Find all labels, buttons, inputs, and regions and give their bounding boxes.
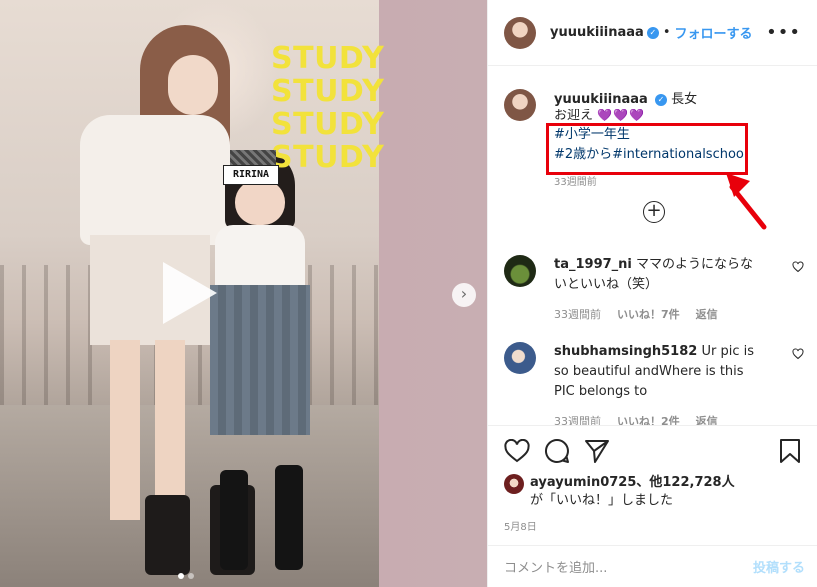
study-overlay-text: STUDY STUDY STUDY STUDY	[271, 41, 385, 175]
reply-button[interactable]: 返信	[696, 413, 718, 425]
carousel-dot[interactable]	[188, 573, 194, 579]
comment-heart-icon[interactable]	[792, 261, 804, 273]
avatar[interactable]	[504, 474, 524, 494]
avatar[interactable]	[504, 89, 536, 121]
instagram-post-view: STUDY STUDY STUDY STUDY RIRINA › yuuukii…	[0, 0, 817, 587]
comment-likes[interactable]: いいね！7件	[617, 306, 680, 322]
verified-badge-icon: ✓	[646, 26, 659, 39]
header-username[interactable]: yuuukiiinaaa	[550, 25, 644, 40]
likes-summary: ayayumin0725、他122,728人 が「いいね！」しました	[504, 474, 801, 510]
likes-suffix: が「いいね！」しました	[530, 493, 674, 508]
comment-heart-icon[interactable]	[792, 348, 804, 360]
caption-username[interactable]: yuuukiiinaaa	[554, 92, 648, 107]
post-media[interactable]: STUDY STUDY STUDY STUDY RIRINA ›	[0, 0, 487, 587]
comments-section[interactable]: yuuukiiinaaa ✓ 長女 お迎え 💜💜💜 #小学一年生 #2歳から#i…	[488, 67, 817, 425]
post-date[interactable]: 5月8日	[504, 518, 801, 533]
comment-timestamp[interactable]: 33週間前	[554, 306, 601, 322]
comment-username[interactable]: ta_1997_ni	[554, 257, 632, 272]
post-side-panel: yuuukiiinaaa ✓ • フォローする ••• yuuukiiinaaa…	[487, 0, 817, 587]
more-options-icon[interactable]: •••	[766, 22, 801, 43]
follow-button[interactable]: フォローする	[675, 23, 753, 42]
carousel-dots	[178, 573, 194, 579]
bookmark-icon[interactable]	[779, 438, 801, 464]
caption-text: 長女	[671, 92, 698, 107]
red-arrow-icon	[726, 173, 767, 230]
avatar[interactable]	[504, 255, 536, 287]
play-icon[interactable]	[155, 258, 225, 328]
liker-username[interactable]: ayayumin0725	[530, 475, 636, 490]
avatar[interactable]	[504, 342, 536, 374]
purple-heart-emoji: 💜💜💜	[597, 109, 645, 121]
name-tag: RIRINA	[223, 165, 279, 185]
reply-button[interactable]: 返信	[696, 306, 718, 322]
caption-text-line2: お迎え	[554, 109, 594, 121]
photo-girl	[200, 150, 330, 580]
header-separator: •	[662, 25, 671, 40]
post-header: yuuukiiinaaa ✓ • フォローする •••	[488, 0, 817, 66]
verified-badge-icon: ✓	[654, 93, 667, 106]
comment-icon[interactable]	[544, 438, 570, 464]
carousel-dot[interactable]	[178, 573, 184, 579]
comment-username[interactable]: shubhamsingh5182	[554, 344, 697, 359]
post-actions: ayayumin0725、他122,728人 が「いいね！」しました 5月8日	[488, 425, 817, 535]
share-icon[interactable]	[584, 438, 610, 464]
next-arrow-icon[interactable]: ›	[452, 283, 476, 307]
likes-count[interactable]: 、他122,728人	[636, 475, 734, 490]
load-more-icon[interactable]: +	[643, 201, 665, 223]
post-comment-button[interactable]: 投稿する	[753, 557, 805, 576]
comment-input[interactable]: コメントを追加...	[504, 557, 753, 576]
comment-likes[interactable]: いいね！2件	[617, 413, 680, 425]
comment-timestamp[interactable]: 33週間前	[554, 413, 601, 425]
add-comment-bar: コメントを追加... 投稿する	[488, 545, 817, 587]
heart-icon[interactable]	[504, 439, 530, 463]
avatar[interactable]	[504, 16, 536, 49]
hashtag-highlight-box	[546, 123, 748, 175]
